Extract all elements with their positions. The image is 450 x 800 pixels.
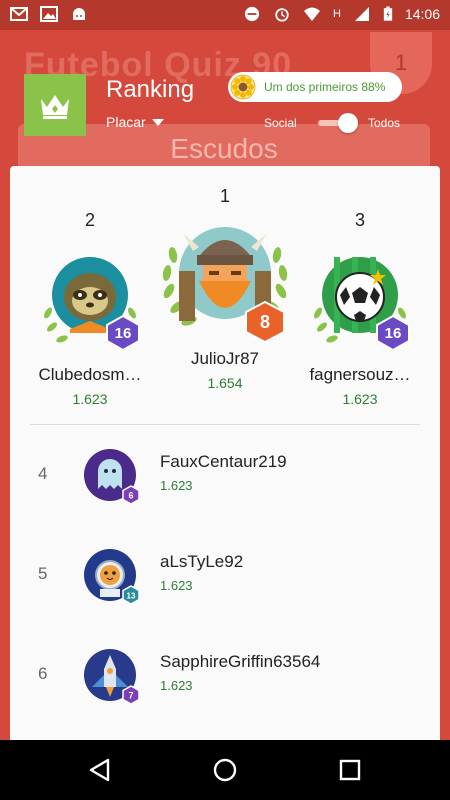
toggle-knob[interactable]: [338, 113, 358, 133]
player-name: aLsTyLe92: [160, 552, 244, 571]
svg-text:8: 8: [260, 312, 270, 332]
podium-rank: 1: [219, 186, 230, 206]
battery-icon: [383, 6, 393, 21]
list-item[interactable]: 6 7 SapphireGriffin63564 1.623: [10, 632, 440, 722]
scope-toggle[interactable]: Social Todos: [264, 113, 414, 134]
achievement-badge: Um dos primeiros 88%: [228, 72, 402, 102]
level-badge: 16: [376, 315, 410, 351]
podium-first[interactable]: 1 8 JulioJr87 1.654: [155, 186, 295, 391]
level-badge: 6: [122, 485, 140, 505]
player-name: SapphireGriffin63564: [160, 652, 321, 671]
filter-dropdown[interactable]: Placar: [106, 114, 164, 130]
crown-icon: [41, 95, 69, 119]
home-icon[interactable]: [211, 756, 239, 784]
caret-down-icon: [151, 118, 164, 126]
recents-icon[interactable]: [336, 756, 364, 784]
achievement-text: Um dos primeiros 88%: [264, 80, 386, 94]
back-icon[interactable]: [86, 756, 114, 784]
rank-position: 5: [38, 564, 48, 583]
podium-second[interactable]: 2 16 Clubedosm… 1.623: [20, 210, 160, 407]
svg-text:13: 13: [127, 592, 136, 601]
svg-text:6: 6: [128, 491, 133, 501]
podium-rank: 2: [84, 210, 95, 230]
divider: [30, 424, 420, 425]
podium-player-name: fagnersouz…: [309, 365, 411, 384]
svg-text:16: 16: [385, 325, 402, 342]
list-item[interactable]: 5 13 aLsTyLe92 1.623: [10, 532, 440, 622]
gmail-icon: [10, 7, 28, 21]
spaceship-avatar: 7: [82, 647, 140, 705]
podium-player-name: JulioJr87: [190, 349, 260, 368]
level-badge: 8: [245, 301, 285, 343]
podium-rank: 3: [354, 210, 365, 230]
soccer-ball-avatar: 16: [304, 243, 416, 355]
player-name: FauxCentaur219: [160, 452, 287, 471]
leaderboard-icon: [24, 74, 86, 136]
signal-icon: [354, 7, 369, 21]
level-badge: 16: [106, 315, 140, 351]
wifi-icon: [304, 7, 320, 21]
list-item[interactable]: 4 6 FauxCentaur219 1.623: [10, 432, 440, 522]
toggle-label-todos: Todos: [368, 116, 401, 130]
rank-position: 6: [38, 664, 48, 683]
rank-position: 4: [38, 464, 48, 483]
player-score: 1.623: [160, 678, 193, 693]
podium-third[interactable]: 3 16 fagnersouz… 1.623: [290, 210, 430, 407]
sloth-avatar: 16: [34, 243, 146, 355]
player-score: 1.623: [160, 578, 193, 593]
player-score: 1.623: [160, 478, 193, 493]
image-icon: [40, 6, 58, 22]
podium-player-name: Clubedosm…: [38, 365, 142, 384]
network-type-label: H: [333, 8, 341, 20]
page-title: Ranking: [106, 76, 195, 103]
alarm-icon: [275, 8, 289, 22]
podium-score: 1.654: [207, 375, 243, 391]
toggle-label-social: Social: [264, 116, 297, 130]
viking-avatar: 8: [157, 211, 293, 347]
level-badge: 7: [122, 685, 140, 705]
svg-text:7: 7: [128, 691, 133, 701]
level-badge: 13: [122, 585, 140, 605]
sunflower-icon: [230, 74, 256, 100]
android-icon: [73, 8, 85, 20]
do-not-disturb-icon: [244, 6, 260, 22]
navigation-bar: [0, 740, 450, 800]
ghost-avatar: 6: [82, 447, 140, 505]
ranking-header: Ranking Placar Um dos primeiros 88% Soci…: [0, 70, 450, 140]
status-bar: H 14:06: [0, 0, 450, 30]
podium-score: 1.623: [72, 391, 108, 407]
svg-text:16: 16: [115, 325, 132, 342]
clock: 14:06: [404, 6, 440, 22]
leaderboard-panel: 2 16 Clubedosm… 1.623 1 8 JulioJr87 1.65…: [10, 166, 440, 740]
podium-score: 1.623: [342, 391, 378, 407]
astronaut-cat-avatar: 13: [82, 547, 140, 605]
filter-label: Placar: [106, 114, 146, 130]
